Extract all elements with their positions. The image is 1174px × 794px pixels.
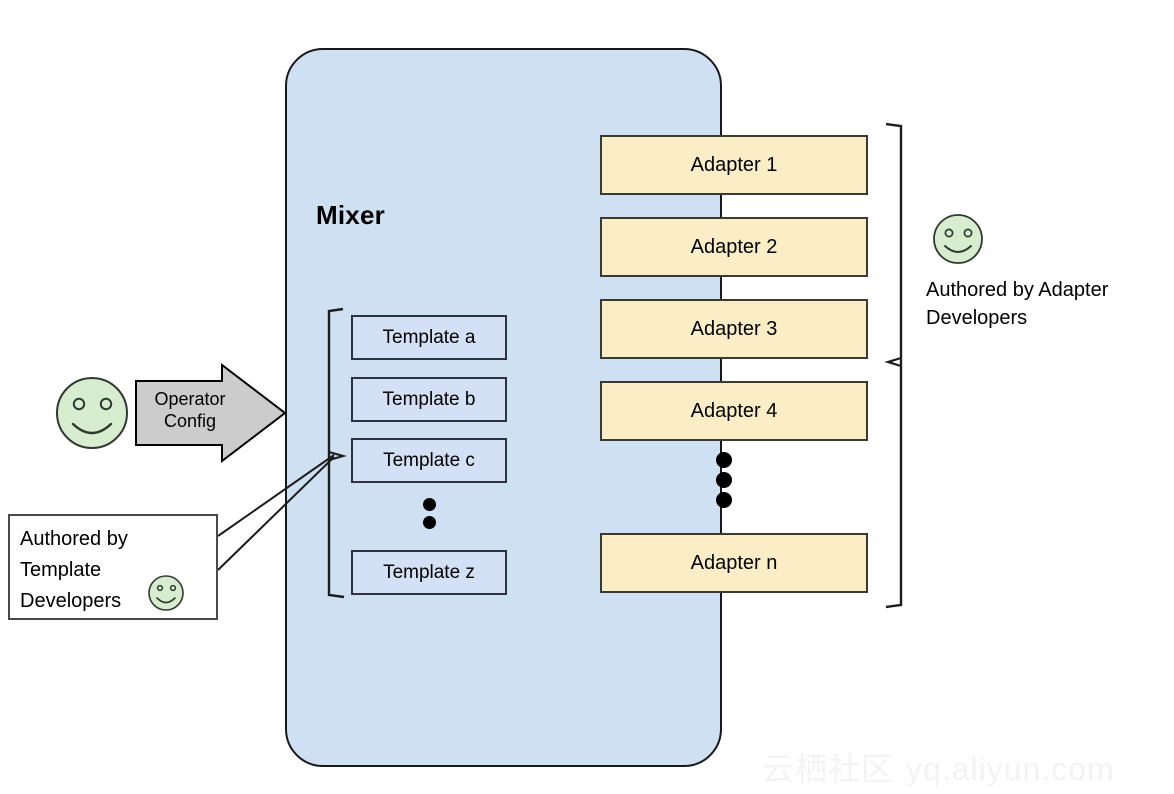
watermark-url-text: yq.aliyun.com: [906, 751, 1115, 787]
adapter-developer-smiley-face-icon: [933, 214, 983, 264]
diagram-canvas: Mixer Template a Template b Template c T…: [0, 0, 1174, 794]
watermark: 云栖社区 yq.aliyun.com: [762, 744, 1115, 790]
adapter-annotation-text: Authored by Adapter Developers: [926, 279, 1109, 329]
watermark-cn-text: 云栖社区: [762, 751, 895, 787]
adapter-annotation-layer: [933, 214, 983, 264]
